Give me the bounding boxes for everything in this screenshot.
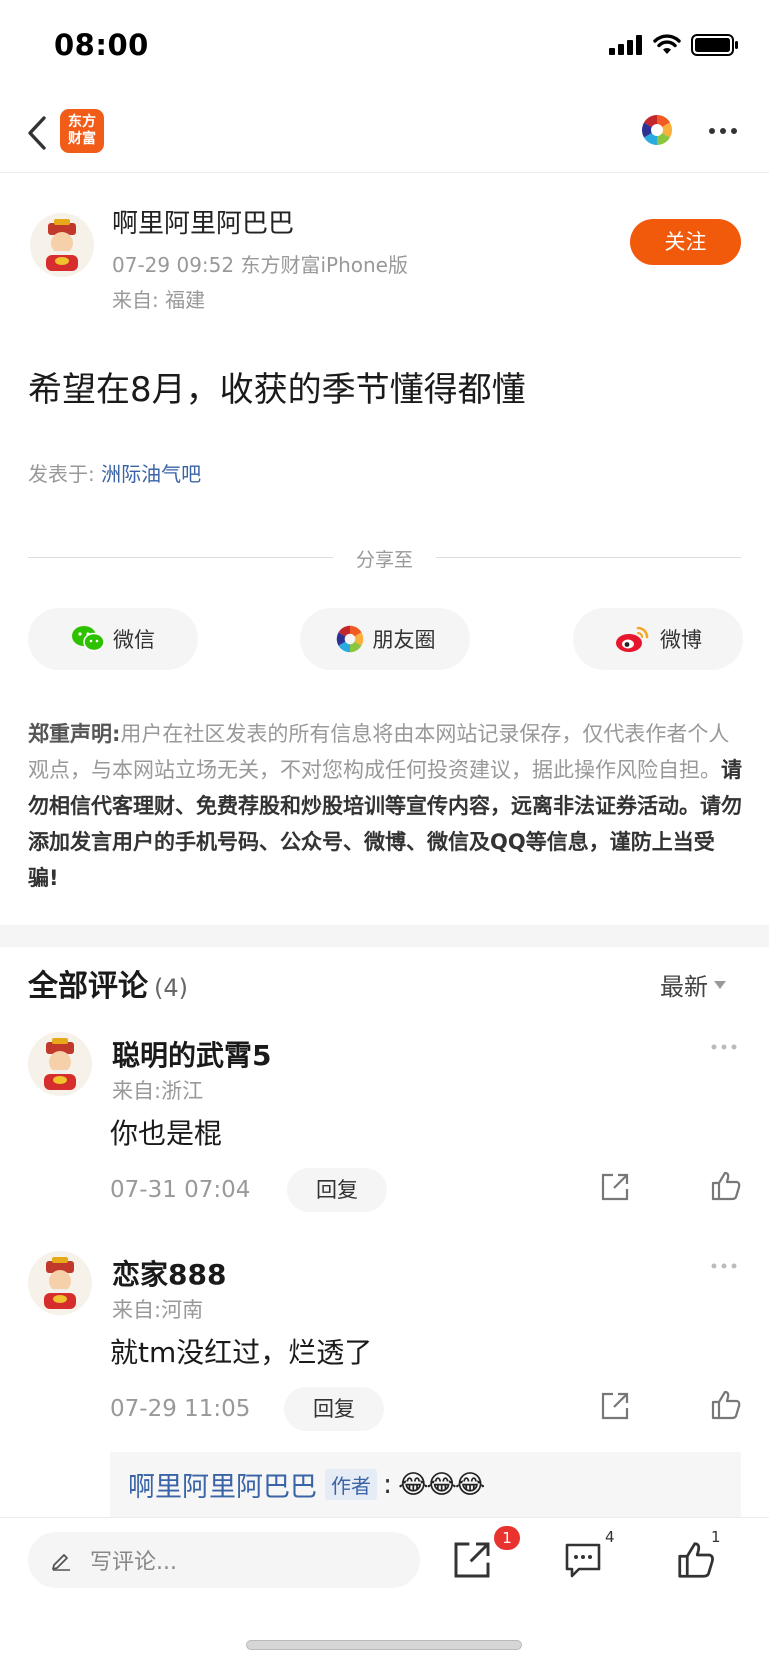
like-count: 1	[711, 1528, 721, 1546]
share-weibo-button[interactable]: 微博	[573, 608, 743, 670]
share-wechat-label: 微信	[113, 628, 155, 652]
comments-count: (4)	[154, 974, 188, 1002]
back-button[interactable]	[22, 111, 52, 155]
commenter-avatar[interactable]	[28, 1251, 92, 1315]
ellipsis-icon	[711, 1263, 737, 1269]
commenter-name[interactable]: 聪明的武霄5	[112, 1034, 271, 1074]
share-icon	[601, 1173, 629, 1201]
reply-button[interactable]: 回复	[284, 1387, 384, 1431]
nav-bar: 东方财富	[0, 95, 769, 173]
reply-author-name[interactable]: 啊里阿里阿巴巴	[128, 1465, 317, 1504]
comment-share-button[interactable]	[600, 1172, 630, 1202]
share-weibo-label: 微博	[660, 628, 702, 652]
posted-in: 发表于: 洲际油气吧	[28, 458, 201, 487]
commenter-location: 来自:河南	[112, 1298, 204, 1322]
caishen-avatar-icon	[44, 1257, 76, 1309]
author-avatar[interactable]	[30, 213, 94, 277]
post-title: 希望在8月，收获的季节懂得都懂	[28, 370, 526, 410]
comment-input-placeholder: 写评论...	[90, 1550, 177, 1575]
caishen-avatar-icon	[44, 1038, 76, 1090]
sort-label: 最新	[660, 973, 708, 1001]
comment-more-button[interactable]	[710, 1032, 738, 1057]
comment-like-button[interactable]	[710, 1170, 742, 1202]
disclaimer-body: 用户在社区发表的所有信息将由本网站记录保存，仅代表作者个人观点，与本网站立场无关…	[28, 722, 730, 782]
comment-time: 07-31 07:04	[110, 1177, 251, 1203]
comment-count: 4	[605, 1528, 615, 1546]
ellipsis-icon	[709, 128, 737, 134]
more-options-button[interactable]	[705, 117, 741, 143]
reply-button[interactable]: 回复	[287, 1168, 387, 1212]
disclaimer: 郑重声明:用户在社区发表的所有信息将由本网站记录保存，仅代表作者个人观点，与本网…	[28, 716, 744, 896]
divider-line-right	[436, 557, 741, 558]
color-wheel-icon	[641, 115, 673, 145]
color-wheel-button[interactable]	[640, 113, 674, 147]
comments-header: 全部评论 (4) 最新	[0, 947, 769, 1017]
share-badge: 1	[494, 1526, 520, 1550]
signal-icon	[609, 35, 642, 55]
bar-link[interactable]: 洲际油气吧	[101, 462, 201, 486]
share-button[interactable]	[452, 1540, 496, 1584]
commenter-location: 来自:浙江	[112, 1079, 204, 1103]
comment-more-button[interactable]	[710, 1251, 738, 1276]
commenter-avatar[interactable]	[28, 1032, 92, 1096]
comment-time: 07-29 11:05	[110, 1396, 251, 1422]
posted-in-label: 发表于:	[28, 462, 95, 486]
follow-button[interactable]: 关注	[630, 219, 741, 265]
wechat-icon	[72, 626, 105, 652]
comment-bubble-icon	[565, 1543, 601, 1578]
app-logo-text: 东方财富	[68, 114, 96, 147]
disclaimer-heading: 郑重声明:	[28, 722, 121, 746]
thumbs-up-icon	[711, 1171, 741, 1201]
moments-icon	[336, 625, 363, 653]
share-divider: 分享至	[28, 545, 741, 571]
author-badge: 作者	[325, 1469, 377, 1500]
comment-input[interactable]: 写评论...	[28, 1532, 420, 1588]
wifi-icon	[653, 34, 681, 54]
comments-title-text: 全部评论	[28, 969, 148, 1004]
battery-icon	[691, 34, 738, 56]
pencil-icon	[52, 1554, 70, 1571]
comment-like-button[interactable]	[710, 1389, 742, 1421]
share-moments-button[interactable]: 朋友圈	[300, 608, 470, 670]
reply-emoji: 😂😂😂	[398, 1469, 485, 1500]
comment-text: 你也是棍	[110, 1117, 223, 1150]
post-header: 啊里阿里阿巴巴 07-29 09:52 东方财富iPhone版 来自: 福建 关…	[0, 173, 769, 323]
share-wechat-button[interactable]: 微信	[28, 608, 198, 670]
status-bar: 08:00	[0, 0, 769, 95]
status-icons	[609, 34, 739, 56]
comment-share-button[interactable]	[600, 1391, 630, 1421]
caishen-avatar-icon	[46, 219, 78, 271]
share-icon	[601, 1392, 629, 1420]
app-logo[interactable]: 东方财富	[60, 109, 104, 153]
comments-button[interactable]	[563, 1540, 607, 1584]
share-icon	[454, 1542, 490, 1578]
reply-colon: :	[383, 1469, 393, 1500]
commenter-name[interactable]: 恋家888	[112, 1253, 226, 1293]
author-name[interactable]: 啊里阿里阿巴巴	[112, 203, 294, 240]
post-meta: 07-29 09:52 东方财富iPhone版	[112, 253, 408, 277]
thumbs-up-icon	[678, 1542, 714, 1578]
share-moments-label: 朋友圈	[372, 628, 436, 652]
home-indicator[interactable]	[246, 1640, 522, 1650]
share-label: 分享至	[355, 549, 413, 571]
divider-line-left	[28, 557, 333, 558]
like-button[interactable]	[676, 1540, 720, 1584]
post-location: 来自: 福建	[112, 288, 206, 312]
status-time: 08:00	[54, 28, 149, 62]
ellipsis-icon	[711, 1044, 737, 1050]
chevron-left-icon	[28, 116, 46, 150]
thumbs-up-icon	[711, 1390, 741, 1420]
section-divider	[0, 925, 769, 947]
comment-text: 就tm没红过，烂透了	[110, 1336, 373, 1369]
comments-title: 全部评论 (4)	[28, 961, 188, 1005]
weibo-icon	[616, 626, 649, 652]
sort-button[interactable]: 最新	[660, 967, 726, 1002]
caret-down-icon	[714, 980, 726, 989]
author-reply[interactable]: 啊里阿里阿巴巴 作者 : 😂😂😂	[110, 1452, 741, 1517]
